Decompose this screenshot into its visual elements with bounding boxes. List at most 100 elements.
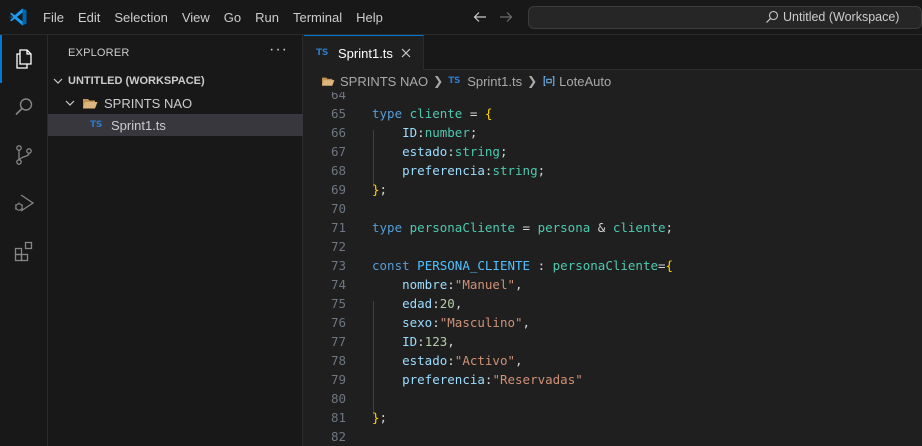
code-token: edad xyxy=(402,296,433,311)
extensions-activity[interactable] xyxy=(0,227,48,275)
code-line[interactable]: 73 const PERSONA_CLIENTE : personaCliente… xyxy=(304,256,922,275)
explorer-activity[interactable] xyxy=(0,35,48,83)
code-token: ; xyxy=(537,163,546,178)
line-number: 77 xyxy=(330,334,346,349)
code-token: "Activo" xyxy=(454,353,516,368)
code-line[interactable]: 77 ID:123, xyxy=(304,332,922,351)
code-line[interactable]: 70 xyxy=(304,199,922,218)
code-line[interactable]: 69}; xyxy=(304,180,922,199)
code-line[interactable]: 66 ID:number; xyxy=(304,123,922,142)
line-number: 75 xyxy=(330,296,346,311)
code-line[interactable]: 76 sexo:"Masculino", xyxy=(304,313,922,332)
code-token: 123 xyxy=(424,334,448,349)
line-number: 76 xyxy=(330,315,346,330)
code-line[interactable]: 81}; xyxy=(304,408,922,427)
code-token: : xyxy=(432,315,440,330)
breadcrumb-folder[interactable]: SPRINTS NAO xyxy=(340,74,428,89)
line-source: edad:20, xyxy=(372,294,462,313)
folder-icon xyxy=(322,77,335,86)
code-line[interactable]: 71 type personaCliente = persona & client… xyxy=(304,218,922,237)
menu-go[interactable]: Go xyxy=(217,0,248,35)
code-line[interactable]: 68 preferencia:string; xyxy=(304,161,922,180)
code-token: preferencia xyxy=(402,372,485,387)
editor-area: TS Sprint1.ts SPRINTS NAO ❯ TS Sprint1.t… xyxy=(304,35,922,446)
breadcrumb-file[interactable]: Sprint1.ts xyxy=(467,74,522,89)
code-token: { xyxy=(484,106,493,121)
code-token: cliente xyxy=(612,220,666,235)
more-actions-icon[interactable]: ··· xyxy=(269,41,288,59)
close-icon[interactable] xyxy=(399,46,413,60)
tab-label: Sprint1.ts xyxy=(338,45,393,61)
search-icon xyxy=(766,10,779,23)
code-token: type xyxy=(372,220,403,235)
code-token: ID xyxy=(402,334,418,349)
menu-help[interactable]: Help xyxy=(349,0,390,35)
typescript-file-icon: TS xyxy=(90,120,103,130)
code-line[interactable]: 72 xyxy=(304,237,922,256)
code-line[interactable]: 75 edad:20, xyxy=(304,294,922,313)
menu-selection[interactable]: Selection xyxy=(107,0,174,35)
code-token: : xyxy=(417,125,425,140)
code-token: "Reservadas" xyxy=(492,372,583,387)
line-source: estado:string; xyxy=(372,142,507,161)
line-number: 64 xyxy=(330,92,346,102)
code-token: preferencia xyxy=(402,163,485,178)
run-debug-activity[interactable] xyxy=(0,179,48,227)
menu-file[interactable]: File xyxy=(36,0,71,35)
code-token: , xyxy=(447,334,455,349)
workspace-row[interactable]: UNTITLED (WORKSPACE) xyxy=(48,70,303,92)
line-number: 74 xyxy=(330,277,346,292)
code-line[interactable]: 65 type cliente = { xyxy=(304,104,922,123)
search-activity[interactable] xyxy=(0,83,48,131)
menu-run[interactable]: Run xyxy=(248,0,286,35)
line-number: 70 xyxy=(330,201,346,216)
code-token: 20 xyxy=(439,296,455,311)
code-token: ; xyxy=(379,182,388,197)
code-line[interactable]: 80 xyxy=(304,389,922,408)
menu-view[interactable]: View xyxy=(175,0,217,35)
menu-terminal[interactable]: Terminal xyxy=(286,0,349,35)
code-token: : xyxy=(447,144,455,159)
code-token: string xyxy=(492,163,538,178)
line-source: estado:"Activo", xyxy=(372,351,522,370)
files-icon xyxy=(16,49,32,69)
code-line[interactable]: 78 estado:"Activo", xyxy=(304,351,922,370)
folder-open-icon xyxy=(83,99,98,109)
code-line[interactable]: 67 estado:string; xyxy=(304,142,922,161)
folder-row[interactable]: SPRINTS NAO xyxy=(48,92,303,114)
code-token: type xyxy=(372,106,403,121)
forward-arrow-icon[interactable] xyxy=(498,9,514,25)
code-token: estado xyxy=(402,144,448,159)
file-row[interactable]: TS Sprint1.ts xyxy=(48,114,303,136)
code-editor[interactable]: 64 65 type cliente = {66 ID:number; 67 esta… xyxy=(304,92,922,446)
code-line[interactable]: 64 xyxy=(304,92,922,104)
code-line[interactable]: 79 preferencia:"Reservadas" xyxy=(304,370,922,389)
line-source: ID:123, xyxy=(372,332,455,351)
menu-edit[interactable]: Edit xyxy=(71,0,107,35)
line-source: sexo:"Masculino", xyxy=(372,313,530,332)
line-number: 80 xyxy=(330,391,346,406)
code-line[interactable]: 82 xyxy=(304,427,922,446)
line-number: 82 xyxy=(330,429,346,444)
chevron-down-icon xyxy=(65,100,75,106)
explorer-sidebar: EXPLORER ··· UNTITLED (WORKSPACE) SPRINT… xyxy=(48,35,303,446)
code-token: cliente xyxy=(409,106,463,121)
file-label: Sprint1.ts xyxy=(111,117,166,133)
command-center-search[interactable]: Untitled (Workspace) xyxy=(528,6,922,29)
code-token: ; xyxy=(469,125,478,140)
line-source: nombre:"Manuel", xyxy=(372,275,522,294)
line-number: 72 xyxy=(330,239,346,254)
code-token: : xyxy=(432,296,440,311)
tab-sprint1[interactable]: TS Sprint1.ts xyxy=(304,35,424,70)
code-line[interactable]: 74 nombre:"Manuel", xyxy=(304,275,922,294)
source-control-activity[interactable] xyxy=(0,131,48,179)
back-arrow-icon[interactable] xyxy=(472,9,488,25)
line-source: }; xyxy=(372,180,387,199)
breadcrumb-symbol[interactable]: LoteAuto xyxy=(559,74,611,89)
line-source: const PERSONA_CLIENTE : personaCliente={ xyxy=(372,256,673,275)
